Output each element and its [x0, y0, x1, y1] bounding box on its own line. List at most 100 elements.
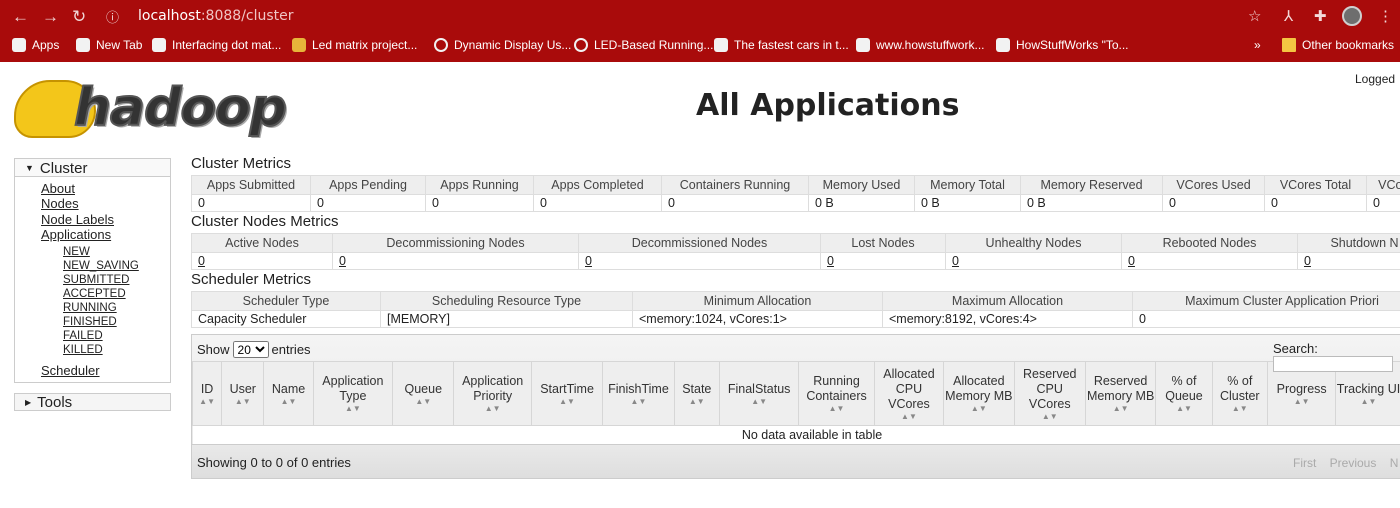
tools-section[interactable]: ▶ Tools [14, 393, 171, 412]
app-state-new-saving[interactable]: NEW_SAVING [63, 260, 139, 272]
column-label: Name [271, 381, 306, 396]
metric-link[interactable]: 0 [198, 254, 205, 268]
metric-link[interactable]: 0 [1304, 254, 1311, 268]
page-header: hadoop All Applications Logged [0, 62, 1400, 152]
column-header-11[interactable]: Allocated CPU VCores ▲▼ [873, 361, 945, 426]
column-header-16[interactable]: % of Cluster ▲▼ [1211, 361, 1268, 426]
info-icon[interactable]: ⓘ [106, 7, 119, 26]
node-metric-header-3: Lost Nodes [820, 233, 946, 253]
column-header-13[interactable]: Reserved CPU VCores ▲▼ [1013, 361, 1086, 426]
bookmark-interfacing[interactable]: Interfacing dot mat... [152, 38, 281, 52]
column-header-6[interactable]: StartTime ▲▼ [530, 361, 604, 426]
node-metric-value-6[interactable]: 0 [1297, 252, 1400, 270]
column-header-2[interactable]: Name ▲▼ [263, 361, 314, 426]
column-header-0[interactable]: ID ▲▼ [191, 361, 223, 426]
column-header-10[interactable]: Running Containers ▲▼ [798, 361, 875, 426]
previous-page-button[interactable]: Previous [1330, 456, 1377, 470]
cluster-metric-header-2: Apps Running [425, 175, 534, 195]
hadoop-logo[interactable]: hadoop [14, 74, 288, 154]
sidebar-item-applications[interactable]: Applications [41, 227, 111, 242]
pdf-icon[interactable]: ⅄ [1284, 7, 1293, 25]
column-label: FinishTime [608, 381, 669, 396]
metric-link[interactable]: 0 [952, 254, 959, 268]
cluster-metrics-table: Apps Submitted Apps Pending Apps Running Ap… [191, 175, 1400, 212]
node-metric-value-3[interactable]: 0 [820, 252, 946, 270]
node-metric-value-0[interactable]: 0 [191, 252, 333, 270]
app-state-running[interactable]: RUNNING [63, 302, 117, 314]
app-state-accepted[interactable]: ACCEPTED [63, 288, 126, 300]
bookmark-fastest-cars[interactable]: The fastest cars in t... [714, 38, 849, 52]
bookmark-apps[interactable]: Apps [12, 38, 59, 52]
column-label: % of Queue [1165, 374, 1203, 403]
sidebar-item-nodes[interactable]: Nodes [41, 196, 79, 211]
column-header-5[interactable]: Application Priority ▲▼ [453, 361, 532, 426]
browser-chrome: ← → ↻ ⓘ localhost:8088/cluster ☆ ⅄ ✚ ⋮ A… [0, 0, 1400, 62]
page-size-select[interactable]: 20 [232, 341, 269, 358]
page-size-control: Show 20 entries [197, 341, 311, 358]
cluster-section: ▼ Cluster About Nodes Node Labels Applica… [14, 158, 171, 384]
app-state-failed[interactable]: FAILED [63, 330, 103, 342]
column-header-1[interactable]: User ▲▼ [221, 361, 265, 426]
metric-link[interactable]: 0 [1128, 254, 1135, 268]
bookmarks-overflow[interactable]: » [1254, 38, 1261, 52]
scheduler-metric-header-3: Maximum Allocation [882, 291, 1133, 311]
bookmark-led-running[interactable]: LED-Based Running... [574, 38, 713, 52]
star-icon[interactable]: ☆ [1248, 7, 1261, 25]
sort-icon: ▲▼ [828, 404, 845, 413]
column-header-14[interactable]: Reserved Memory MB ▲▼ [1084, 361, 1157, 426]
bookmark-led-matrix[interactable]: Led matrix project... [292, 38, 417, 52]
search-input[interactable] [1273, 356, 1393, 372]
cluster-metric-value-2: 0 [425, 194, 534, 212]
column-header-12[interactable]: Allocated Memory MB ▲▼ [943, 361, 1015, 426]
table-controls: Show 20 entries Search: [192, 335, 1400, 372]
table-info: Showing 0 to 0 of 0 entries [197, 454, 351, 470]
bookmark-howstuffworks[interactable]: www.howstuffwork... [856, 38, 984, 52]
extensions-icon[interactable]: ✚ [1314, 7, 1327, 25]
site-icon [856, 38, 870, 52]
cluster-metric-header-6: Memory Total [914, 175, 1021, 195]
bookmark-howstuffworks-to[interactable]: HowStuffWorks "To... [996, 38, 1129, 52]
column-header-15[interactable]: % of Queue ▲▼ [1155, 361, 1213, 426]
cluster-metric-header-5: Memory Used [808, 175, 915, 195]
node-metric-header-2: Decommissioned Nodes [578, 233, 821, 253]
back-icon[interactable]: ← [12, 7, 29, 27]
cluster-header[interactable]: ▼ Cluster [15, 159, 170, 177]
column-header-9[interactable]: FinalStatus ▲▼ [718, 361, 800, 426]
bookmark-dynamic-display[interactable]: Dynamic Display Us... [434, 38, 571, 52]
reload-icon[interactable]: ↻ [72, 7, 86, 27]
app-state-submitted[interactable]: SUBMITTED [63, 274, 129, 286]
app-state-finished[interactable]: FINISHED [63, 316, 117, 328]
column-header-3[interactable]: Application Type ▲▼ [312, 361, 394, 426]
column-header-8[interactable]: State ▲▼ [673, 361, 720, 426]
sidebar-item-scheduler[interactable]: Scheduler [41, 363, 100, 378]
metric-link[interactable]: 0 [585, 254, 592, 268]
sort-icon: ▲▼ [751, 396, 768, 406]
node-metric-value-2[interactable]: 0 [578, 252, 821, 270]
site-icon [152, 38, 166, 52]
node-metric-value-5[interactable]: 0 [1121, 252, 1298, 270]
next-page-button[interactable]: N [1390, 456, 1399, 470]
app-state-new[interactable]: NEW [63, 246, 90, 258]
column-header-7[interactable]: FinishTime ▲▼ [602, 361, 675, 426]
column-header-4[interactable]: Queue ▲▼ [392, 361, 455, 426]
bookmark-other[interactable]: Other bookmarks [1282, 38, 1394, 52]
node-metric-value-4[interactable]: 0 [945, 252, 1122, 270]
app-state-killed[interactable]: KILLED [63, 344, 103, 356]
applications-table-wrapper: Show 20 entries Search: ID ▲▼ User ▲▼ Name ▲▼ Ap… [191, 334, 1400, 479]
profile-avatar[interactable] [1342, 6, 1362, 26]
sidebar-item-about[interactable]: About [41, 181, 75, 196]
first-page-button[interactable]: First [1293, 456, 1316, 470]
metric-link[interactable]: 0 [827, 254, 834, 268]
scheduler-metric-value-3: <memory:8192, vCores:4> [882, 310, 1133, 328]
sidebar-item-node-labels[interactable]: Node Labels [41, 212, 114, 227]
menu-icon[interactable]: ⋮ [1378, 7, 1393, 25]
main-content: Cluster Metrics Apps Submitted Apps Pendi… [191, 155, 1400, 479]
url-field[interactable]: localhost:8088/cluster [138, 8, 294, 24]
sort-icon: ▲▼ [1176, 404, 1192, 413]
bookmark-new-tab[interactable]: New Tab [76, 38, 142, 52]
cluster-metric-header-1: Apps Pending [310, 175, 426, 195]
forward-icon[interactable]: → [42, 7, 59, 27]
collapse-triangle-icon: ▼ [25, 163, 34, 173]
node-metric-value-1[interactable]: 0 [332, 252, 579, 270]
metric-link[interactable]: 0 [339, 254, 346, 268]
